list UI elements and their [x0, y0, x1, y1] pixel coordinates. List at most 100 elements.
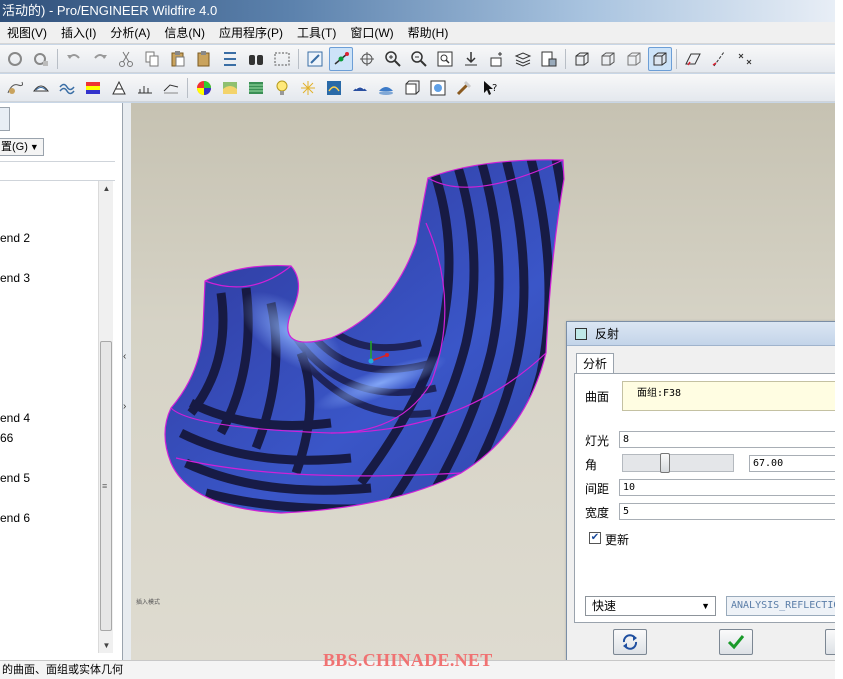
ok-button[interactable] [719, 629, 753, 655]
lights-input[interactable]: 8 [619, 431, 843, 448]
regenerate-manager-icon[interactable] [29, 47, 53, 71]
curvature-analysis-icon[interactable] [81, 76, 105, 100]
regenerate-icon[interactable] [3, 47, 27, 71]
dialog-title-bar[interactable]: 反射 [567, 322, 842, 346]
hidden-line-icon[interactable] [596, 47, 620, 71]
expand-right-icon[interactable]: › [123, 401, 126, 412]
curve-analysis-icon[interactable] [55, 76, 79, 100]
spacing-input[interactable]: 10 [619, 479, 843, 496]
boundary-blend-icon[interactable] [29, 76, 53, 100]
angle-label: 角 [585, 458, 598, 472]
lights-value: 8 [623, 434, 630, 445]
shadow-analysis-icon[interactable] [374, 76, 398, 100]
settings-dropdown[interactable]: 置(G) ▼ [0, 138, 44, 156]
scroll-down-icon[interactable]: ▼ [99, 638, 114, 653]
menu-window[interactable]: 窗口(W) [343, 22, 400, 44]
tree-item[interactable]: end 2 [0, 231, 30, 245]
datum-point-icon[interactable] [733, 47, 757, 71]
tree-item[interactable]: end 3 [0, 271, 30, 285]
model-tree-scrollbar[interactable]: ▲ ≡ ▼ [98, 181, 113, 653]
zoom-out-icon[interactable] [407, 47, 431, 71]
repeat-button[interactable] [613, 629, 647, 655]
analysis-name: ANALYSIS_REFLECTION [731, 600, 843, 611]
appearance-icon[interactable] [537, 47, 561, 71]
orient-icon[interactable] [355, 47, 379, 71]
draft-analysis-icon[interactable] [107, 76, 131, 100]
toolbar-separator [676, 48, 677, 69]
menu-tools[interactable]: 工具(T) [290, 22, 343, 44]
dihedral-analysis-icon[interactable] [159, 76, 183, 100]
angle-value: 67.00 [753, 458, 784, 469]
spin-center-icon[interactable] [329, 46, 353, 71]
tree-item[interactable]: end 6 [0, 511, 30, 525]
mode-dropdown[interactable]: 快速 ▼ [585, 596, 716, 616]
menu-insert[interactable]: 插入(I) [54, 22, 103, 44]
update-label: 更新 [605, 533, 630, 547]
menu-info[interactable]: 信息(N) [157, 22, 212, 44]
window-title-bar: 活动的) - Pro/ENGINEER Wildfire 4.0 [0, 0, 835, 22]
collapse-left-icon[interactable]: ‹ [123, 351, 126, 362]
toolbar-separator [57, 48, 58, 69]
redo-icon[interactable] [88, 47, 112, 71]
width-input[interactable]: 5 [619, 503, 843, 520]
menu-view[interactable]: 视图(V) [0, 22, 54, 44]
grip-icon: ≡ [102, 481, 108, 491]
tree-item[interactable]: 66 [0, 431, 13, 445]
paste-icon[interactable] [166, 47, 190, 71]
deviation-analysis-icon[interactable] [322, 76, 346, 100]
datum-plane-icon[interactable] [681, 47, 705, 71]
saved-views-icon[interactable] [485, 47, 509, 71]
cut-icon[interactable] [114, 47, 138, 71]
model-tree-tab[interactable] [0, 107, 10, 131]
angle-slider-knob[interactable] [660, 453, 670, 473]
layers-icon[interactable] [511, 47, 535, 71]
no-hidden-icon[interactable] [622, 47, 646, 71]
reflection-analysis-icon[interactable] [348, 76, 372, 100]
dialog-title: 反射 [595, 327, 620, 341]
menu-analysis[interactable]: 分析(A) [103, 22, 157, 44]
shading-icon[interactable] [648, 46, 672, 71]
settings-label: 置(G) [1, 141, 28, 153]
find-icon[interactable] [244, 47, 268, 71]
wireframe-icon[interactable] [570, 47, 594, 71]
surface-collector[interactable]: 面组:F38 [622, 381, 843, 411]
angle-input[interactable]: 67.00 [749, 455, 843, 472]
view-manager-icon[interactable] [459, 47, 483, 71]
copy-icon[interactable] [140, 47, 164, 71]
menu-help[interactable]: 帮助(H) [401, 22, 456, 44]
menu-applications[interactable]: 应用程序(P) [212, 22, 290, 44]
main-toolbar [0, 45, 835, 73]
width-label: 宽度 [585, 506, 610, 520]
update-checkbox[interactable]: ✔ [589, 532, 601, 544]
surface-value: 面组:F38 [637, 388, 682, 399]
context-help-icon[interactable]: ? [478, 76, 502, 100]
render-settings-icon[interactable] [452, 76, 476, 100]
sketch-tool-icon[interactable] [3, 76, 27, 100]
solid-view-icon[interactable] [400, 76, 424, 100]
scroll-up-icon[interactable]: ▲ [99, 181, 114, 196]
regen-tree-icon[interactable] [218, 47, 242, 71]
shade-analysis-icon[interactable] [218, 76, 242, 100]
angle-slider[interactable] [622, 453, 734, 473]
highlight-analysis-icon[interactable] [296, 76, 320, 100]
paste-special-icon[interactable] [192, 47, 216, 71]
tree-item[interactable]: end 4 [0, 411, 30, 425]
isophote-analysis-icon[interactable] [244, 76, 268, 100]
color-wheel-icon[interactable] [192, 76, 216, 100]
undo-icon[interactable] [62, 47, 86, 71]
render-region-icon[interactable] [426, 76, 450, 100]
datum-axis-icon[interactable] [707, 47, 731, 71]
repaint-icon[interactable] [303, 47, 327, 71]
checkmark-icon [727, 635, 745, 650]
tree-item[interactable]: end 5 [0, 471, 30, 485]
select-box-icon[interactable] [270, 47, 294, 71]
refit-icon[interactable] [433, 47, 457, 71]
feature-toolbar: ? [0, 74, 835, 102]
reflection-dialog: 反射 分析 曲面 面组:F38 灯光 8 角 67.00 间距 10 宽度 5 … [566, 321, 843, 667]
light-bulb-icon[interactable] [270, 76, 294, 100]
slope-analysis-icon[interactable] [133, 76, 157, 100]
tab-analysis[interactable]: 分析 [576, 353, 614, 374]
analysis-name-field[interactable]: ANALYSIS_REFLECTION [726, 596, 843, 616]
panel-splitter[interactable]: ‹ › [123, 103, 131, 660]
zoom-in-icon[interactable] [381, 47, 405, 71]
